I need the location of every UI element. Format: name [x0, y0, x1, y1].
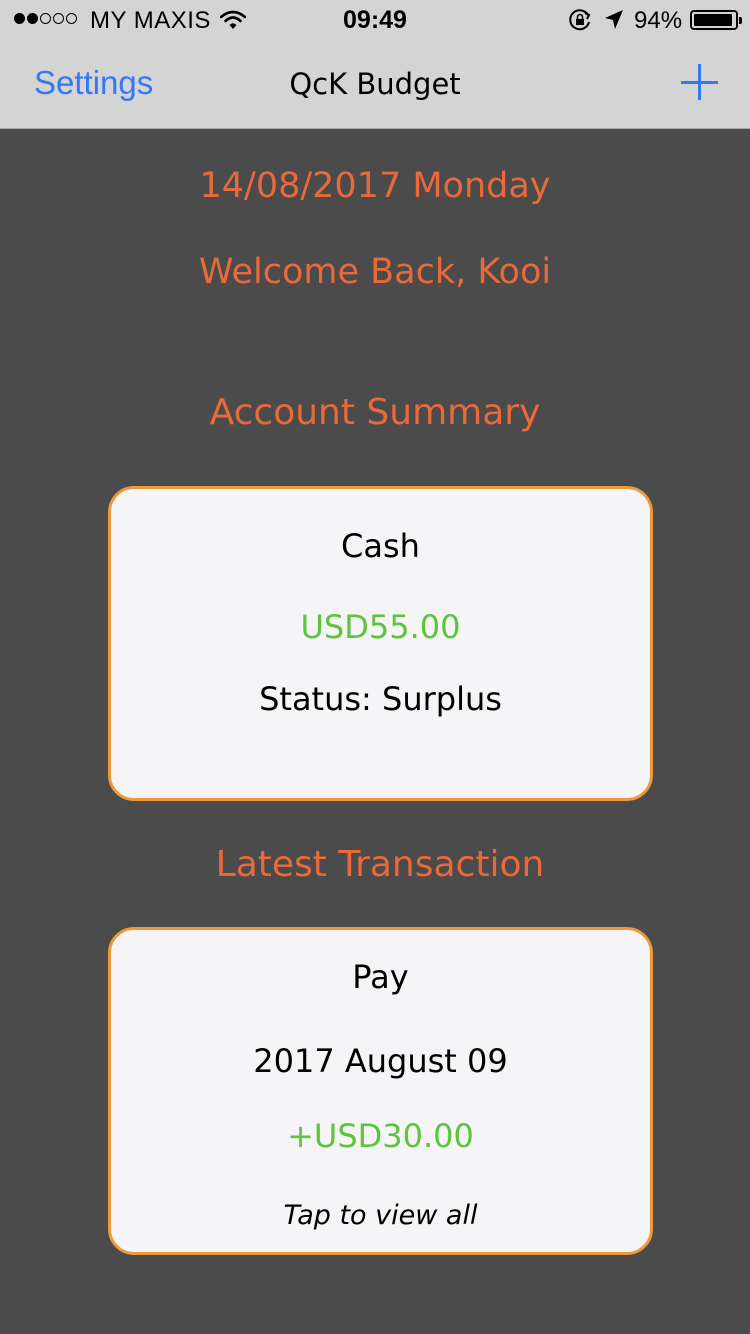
- battery-level-fill: [694, 14, 732, 26]
- status-bar: MY MAXIS 09:49 94%: [0, 0, 750, 40]
- current-date: 14/08/2017 Monday: [199, 166, 551, 206]
- settings-button[interactable]: Settings: [34, 64, 153, 102]
- account-name: Cash: [341, 527, 420, 565]
- account-status: Status: Surplus: [259, 680, 502, 718]
- latest-transaction-heading: Latest Transaction: [215, 844, 545, 885]
- orientation-lock-icon: [568, 9, 592, 38]
- battery-percentage: 94%: [634, 7, 683, 34]
- top-chrome: MY MAXIS 09:49 94% Settings QcK Budget: [0, 0, 750, 129]
- welcome-message: Welcome Back, Kooi: [198, 252, 552, 292]
- battery-tip: [739, 17, 742, 24]
- location-arrow-icon: [604, 9, 624, 38]
- view-all-hint[interactable]: Tap to view all: [111, 1200, 650, 1231]
- account-summary-card[interactable]: Cash USD55.00 Status: Surplus: [108, 486, 653, 801]
- navigation-bar: Settings QcK Budget: [0, 40, 750, 128]
- transaction-description: Pay: [352, 958, 409, 996]
- transaction-date: 2017 August 09: [253, 1042, 508, 1080]
- add-plus-icon[interactable]: [680, 62, 720, 102]
- latest-transaction-card[interactable]: Pay 2017 August 09 +USD30.00 Tap to view…: [108, 927, 653, 1255]
- account-balance: USD55.00: [300, 608, 461, 646]
- app-screen: MY MAXIS 09:49 94% Settings QcK Budget 1…: [0, 0, 750, 1334]
- battery-icon: [690, 10, 742, 30]
- transaction-amount: +USD30.00: [287, 1117, 474, 1155]
- account-summary-heading: Account Summary: [209, 392, 541, 433]
